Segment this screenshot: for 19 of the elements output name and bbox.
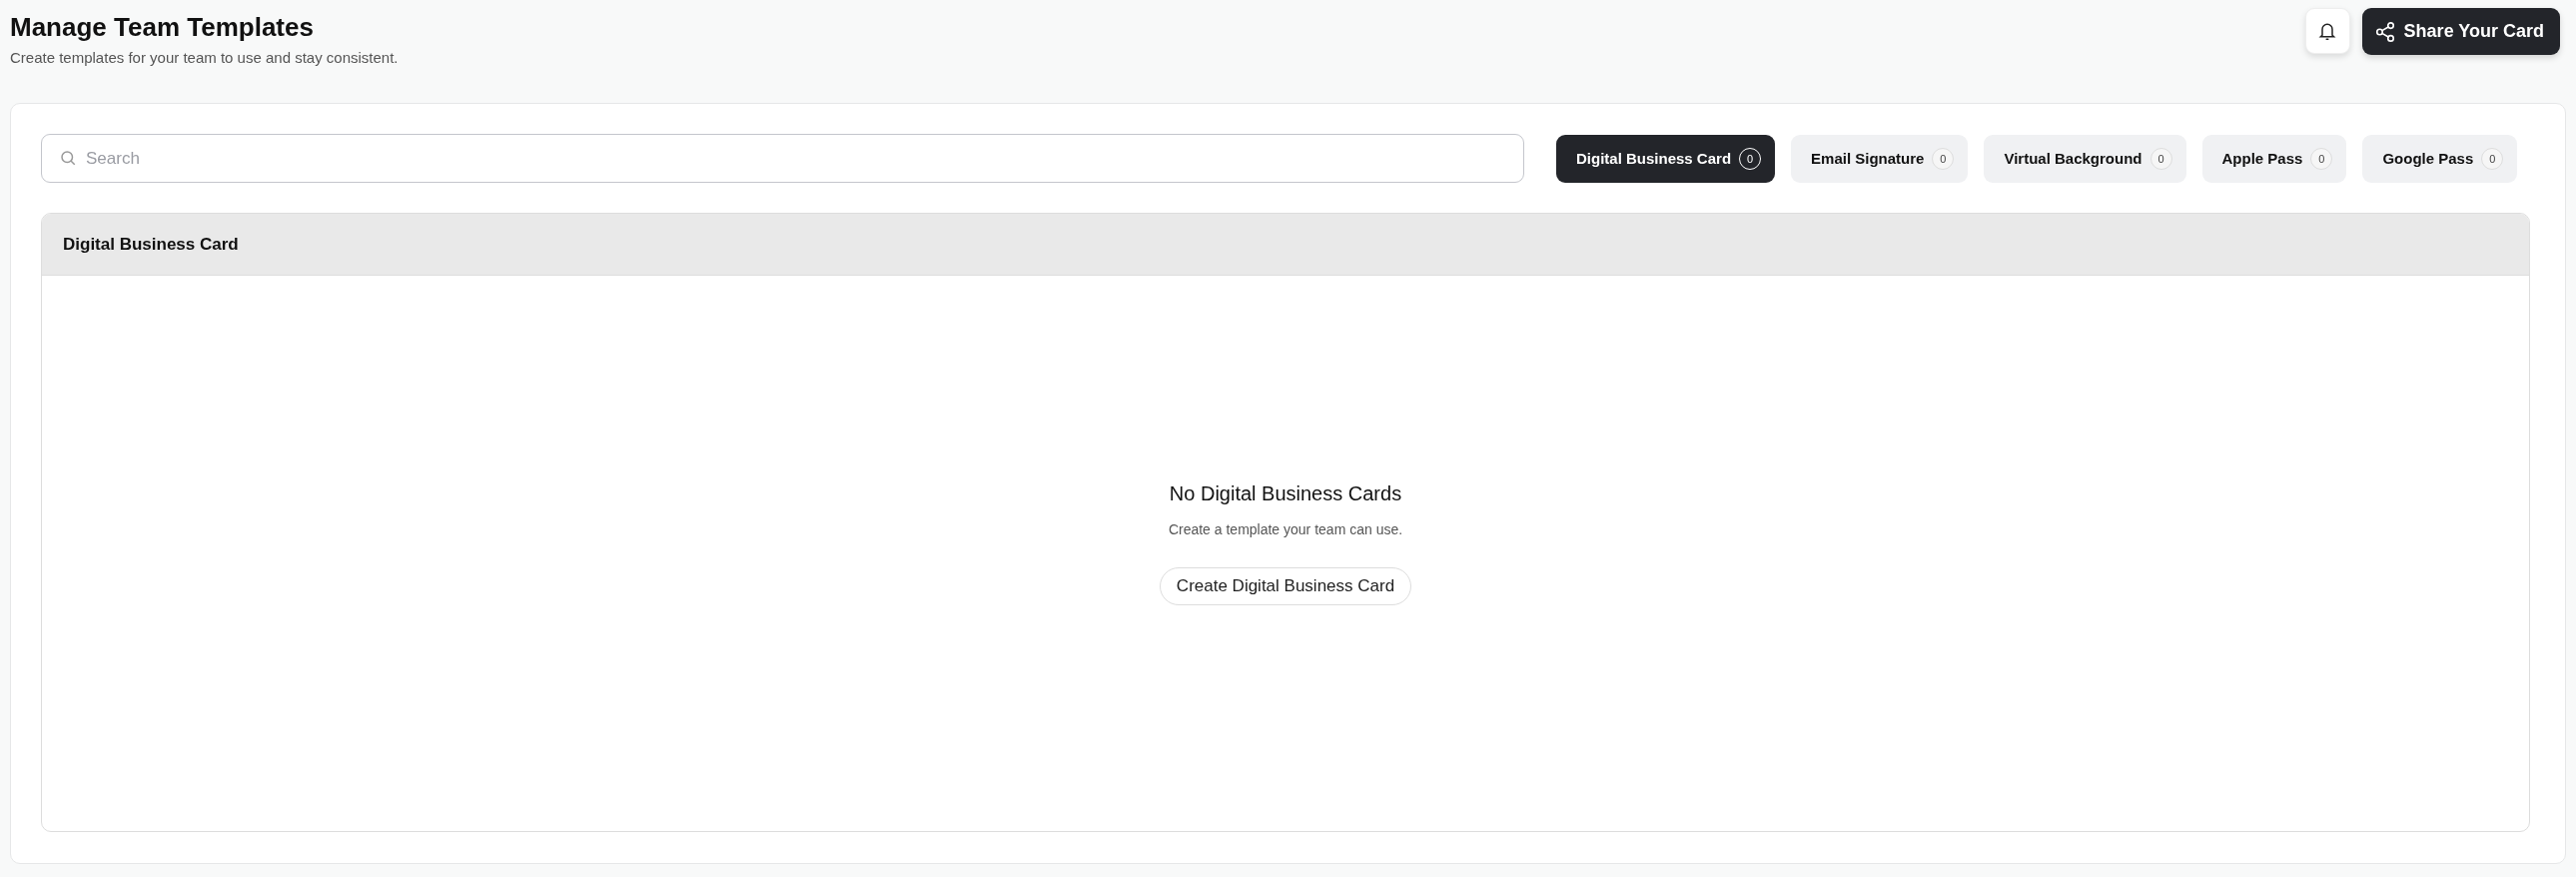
search-field[interactable]: Search xyxy=(41,134,1524,183)
notifications-button[interactable] xyxy=(2304,8,2350,54)
template-tab[interactable]: Digital Business Card 0 xyxy=(1556,134,1776,183)
share-card-button[interactable]: Share Your Card xyxy=(2361,8,2560,55)
count-badge: 0 xyxy=(2481,147,2504,170)
page-title: Manage Team Templates xyxy=(10,12,315,43)
template-tab[interactable]: Google Pass 0 xyxy=(2362,134,2518,183)
count-badge: 0 xyxy=(2310,147,2333,170)
panel-title: Digital Business Card xyxy=(42,214,2529,276)
count-badge: 0 xyxy=(2149,147,2172,170)
template-tab[interactable]: Apple Pass 0 xyxy=(2201,134,2347,183)
template-tab[interactable]: Email Signature 0 xyxy=(1791,134,1969,183)
share-icon xyxy=(2373,20,2396,43)
empty-state-text: Create a template your team can use. xyxy=(1168,520,1403,537)
template-tab[interactable]: Virtual Background 0 xyxy=(1984,134,2186,183)
empty-state-title: No Digital Business Cards xyxy=(1169,481,1402,505)
create-template-button[interactable]: Create Digital Business Card xyxy=(1159,566,1412,605)
count-badge: 0 xyxy=(1932,147,1955,170)
page-subtitle: Create templates for your team to use and stay consistent. xyxy=(10,49,399,66)
